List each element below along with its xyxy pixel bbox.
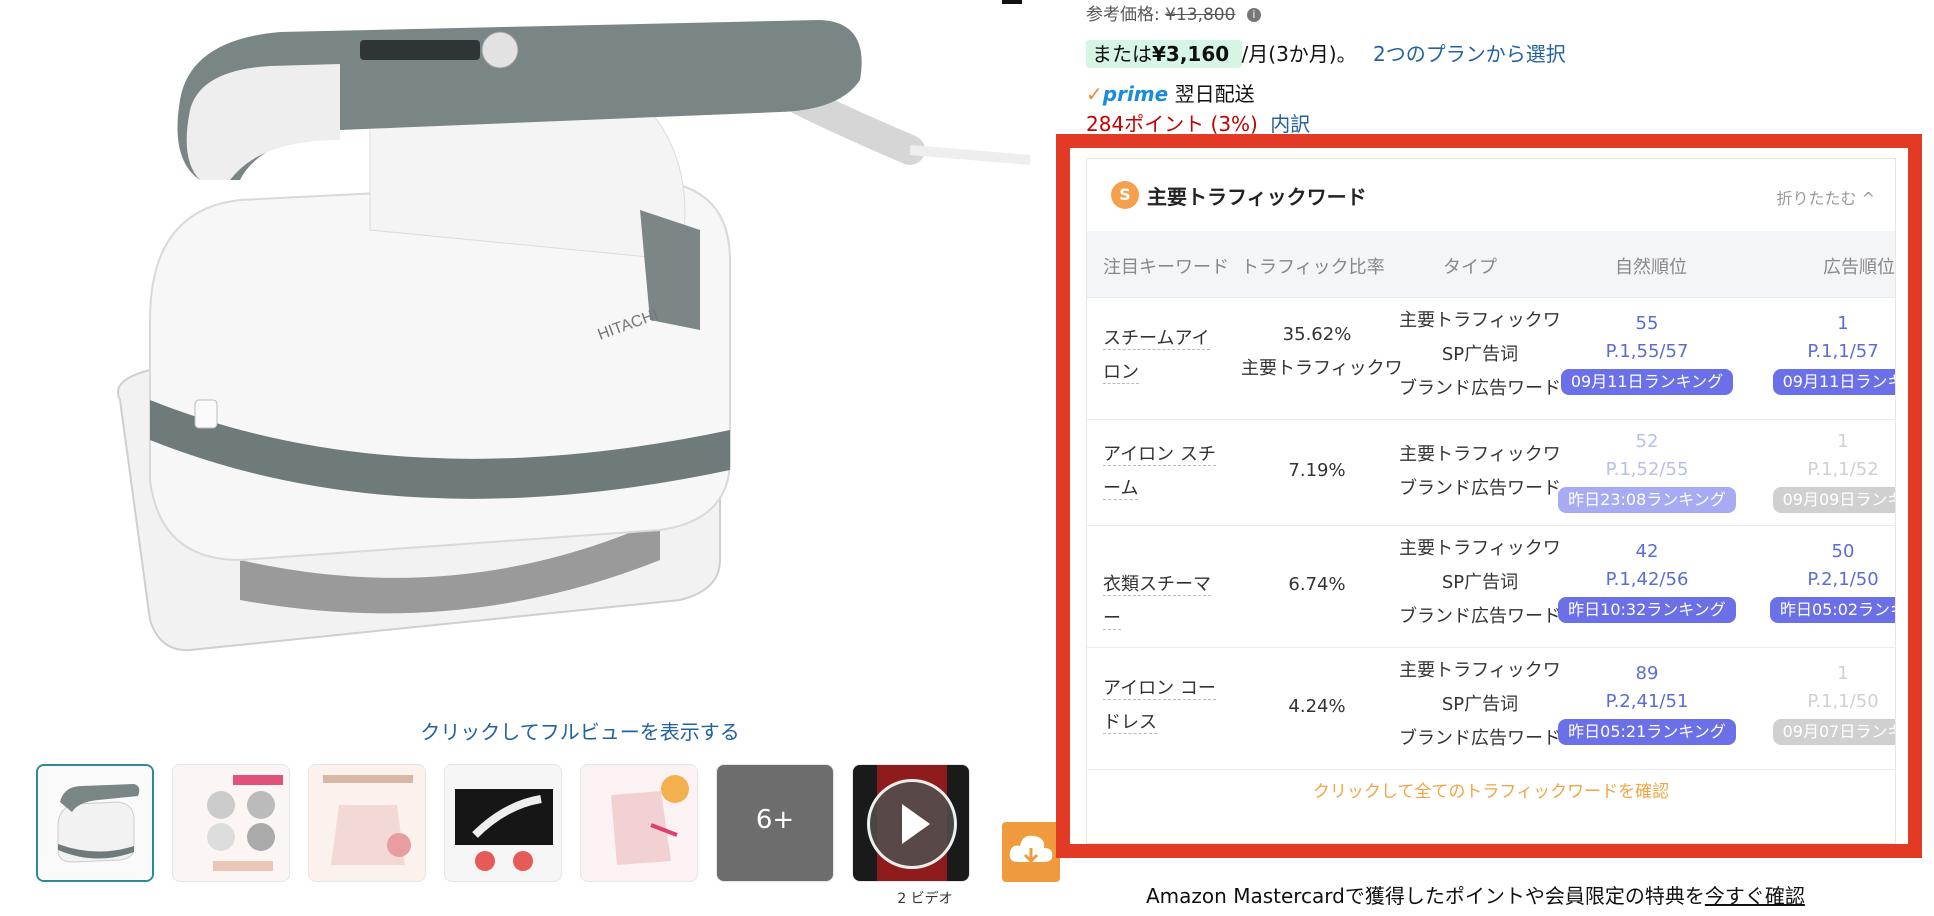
ad-rank-cell: 1 P.1,1/50 09月07日ランキ	[1743, 660, 1895, 745]
ratio-cell: 4.24%	[1288, 696, 1346, 717]
installment-suffix: /月(3か月)。	[1241, 42, 1357, 66]
table-row: スチームアイロン 35.62% 主要トラフィックワ 主要トラフィックワ SP广告…	[1087, 297, 1895, 420]
points-row: 284ポイント (3%) 内訳	[1086, 108, 1310, 137]
organic-rank-cell: 89 P.2,41/51 昨日05:21ランキング	[1557, 660, 1737, 745]
organic-rank-cell: 55 P.1,55/57 09月11日ランキング	[1557, 310, 1737, 395]
panel-title: 主要トラフィックワード	[1147, 185, 1367, 209]
ratio-cell: 35.62%	[1282, 324, 1352, 345]
table-row: アイロン コードレス 4.24% 主要トラフィックワ SP广告词 ブランド広告ワ…	[1087, 647, 1895, 770]
ranking-badge[interactable]: 09月11日ランキング	[1560, 369, 1734, 395]
type-cell: 主要トラフィックワ SP广告词 ブランド広告ワード	[1399, 310, 1561, 399]
thumbnail-2[interactable]	[172, 764, 290, 882]
thumbnail-5[interactable]	[580, 764, 698, 882]
keyword-cell[interactable]: アイロン スチーム	[1103, 438, 1221, 506]
points-breakdown-link[interactable]: 内訳	[1270, 112, 1310, 136]
ad-rank-cell: 1 P.1,1/57 09月11日ランキ	[1743, 310, 1895, 395]
header-ad-rank: 広告順位	[1823, 257, 1895, 278]
collapse-button[interactable]: 折りたたむ ^	[1777, 185, 1876, 209]
header-ratio: トラフィック比率	[1241, 257, 1385, 278]
keyword-cell[interactable]: 衣類スチーマー	[1103, 568, 1221, 636]
reference-price-label: 参考価格:	[1086, 5, 1160, 25]
table-row: アイロン スチーム 7.19% 主要トラフィックワ ブランド広告ワード 52 P…	[1087, 419, 1895, 526]
ad-rank-cell: 1 P.1,1/52 09月09日ランキ	[1743, 428, 1895, 513]
keyword-cell[interactable]: スチームアイロン	[1103, 322, 1221, 390]
prime-row: ✓prime 翌日配送	[1086, 78, 1255, 107]
type-cell: 主要トラフィックワ SP广告词 ブランド広告ワード	[1399, 660, 1561, 749]
ranking-badge[interactable]: 昨日23:08ランキング	[1558, 487, 1736, 513]
view-all-keywords-link[interactable]: クリックして全てのトラフィックワードを確認	[1087, 777, 1895, 802]
panel-header: S 主要トラフィックワード 折りたたむ ^	[1087, 159, 1895, 231]
installment-amount: ¥3,160	[1152, 42, 1230, 66]
organic-rank-cell: 42 P.1,42/56 昨日10:32ランキング	[1557, 538, 1737, 623]
cloud-download-icon	[1009, 835, 1053, 864]
table-row: 衣類スチーマー 6.74% 主要トラフィックワ SP广告词 ブランド広告ワード …	[1087, 525, 1895, 648]
ranking-badge[interactable]: 09月09日ランキ	[1772, 487, 1895, 513]
plan-select-link[interactable]: 2つのプランから選択	[1373, 42, 1566, 66]
thumbnail-video[interactable]	[852, 764, 970, 882]
top-marker	[1002, 0, 1022, 4]
thumbnail-1[interactable]	[36, 764, 154, 882]
thumbnail-more[interactable]: 6+	[716, 764, 834, 882]
download-button[interactable]	[1002, 822, 1060, 882]
traffic-keyword-panel: S 主要トラフィックワード 折りたたむ ^ 注目キーワード トラフィック比率 タ…	[1086, 158, 1896, 844]
mastercard-promo: Amazon Mastercardで獲得したポイントや会員限定の特典を今すぐ確認	[1146, 880, 1805, 909]
extension-logo-icon: S	[1111, 181, 1139, 209]
info-icon[interactable]: i	[1246, 8, 1261, 22]
product-image[interactable]: HITACHI	[40, 0, 1040, 700]
ranking-badge[interactable]: 昨日05:02ランキ	[1769, 597, 1895, 623]
reference-price-value: ¥13,800	[1165, 5, 1236, 25]
header-type: タイプ	[1443, 257, 1497, 278]
video-caption: 2 ビデオ	[897, 891, 953, 907]
play-icon	[867, 779, 957, 869]
ranking-badge[interactable]: 昨日10:32ランキング	[1558, 597, 1736, 623]
header-organic-rank: 自然順位	[1615, 257, 1687, 278]
installment-row: または¥3,160 /月(3か月)。 2つのプランから選択	[1086, 38, 1566, 68]
fullview-link[interactable]: クリックしてフルビューを表示する	[0, 716, 1160, 745]
ranking-badge[interactable]: 昨日05:21ランキング	[1558, 719, 1736, 745]
mastercard-link[interactable]: 今すぐ確認	[1705, 884, 1805, 908]
installment-box: または¥3,160	[1086, 40, 1242, 68]
installment-prefix: または	[1092, 42, 1152, 66]
points-text: 284ポイント (3%)	[1086, 112, 1258, 136]
organic-rank-cell: 52 P.1,52/55 昨日23:08ランキング	[1557, 428, 1737, 513]
keyword-cell[interactable]: アイロン コードレス	[1103, 672, 1221, 740]
more-count: 6+	[755, 805, 795, 835]
ad-rank-cell: 50 P.2,1/50 昨日05:02ランキ	[1743, 538, 1895, 623]
ratio-sub-cell: 主要トラフィックワ	[1241, 358, 1403, 379]
ranking-badge[interactable]: 09月11日ランキ	[1772, 369, 1895, 395]
ratio-cell: 6.74%	[1288, 574, 1346, 595]
reference-price: 参考価格: ¥13,800 i	[1086, 0, 1261, 25]
type-cell: 主要トラフィックワ SP广告词 ブランド広告ワード	[1399, 538, 1561, 627]
mastercard-text: Amazon Mastercardで獲得したポイントや会員限定の特典を	[1146, 884, 1705, 908]
thumbnail-4[interactable]	[444, 764, 562, 882]
check-icon: ✓	[1086, 82, 1103, 106]
thumbnail-3[interactable]	[308, 764, 426, 882]
ranking-badge[interactable]: 09月07日ランキ	[1772, 719, 1895, 745]
table-header: 注目キーワード トラフィック比率 タイプ 自然順位 広告順位	[1087, 231, 1895, 297]
delivery-text: 翌日配送	[1174, 82, 1255, 106]
type-cell: 主要トラフィックワ ブランド広告ワード	[1399, 444, 1561, 499]
prime-logo: prime	[1102, 82, 1169, 106]
ratio-cell: 7.19%	[1288, 460, 1346, 481]
header-keyword: 注目キーワード	[1103, 257, 1229, 278]
